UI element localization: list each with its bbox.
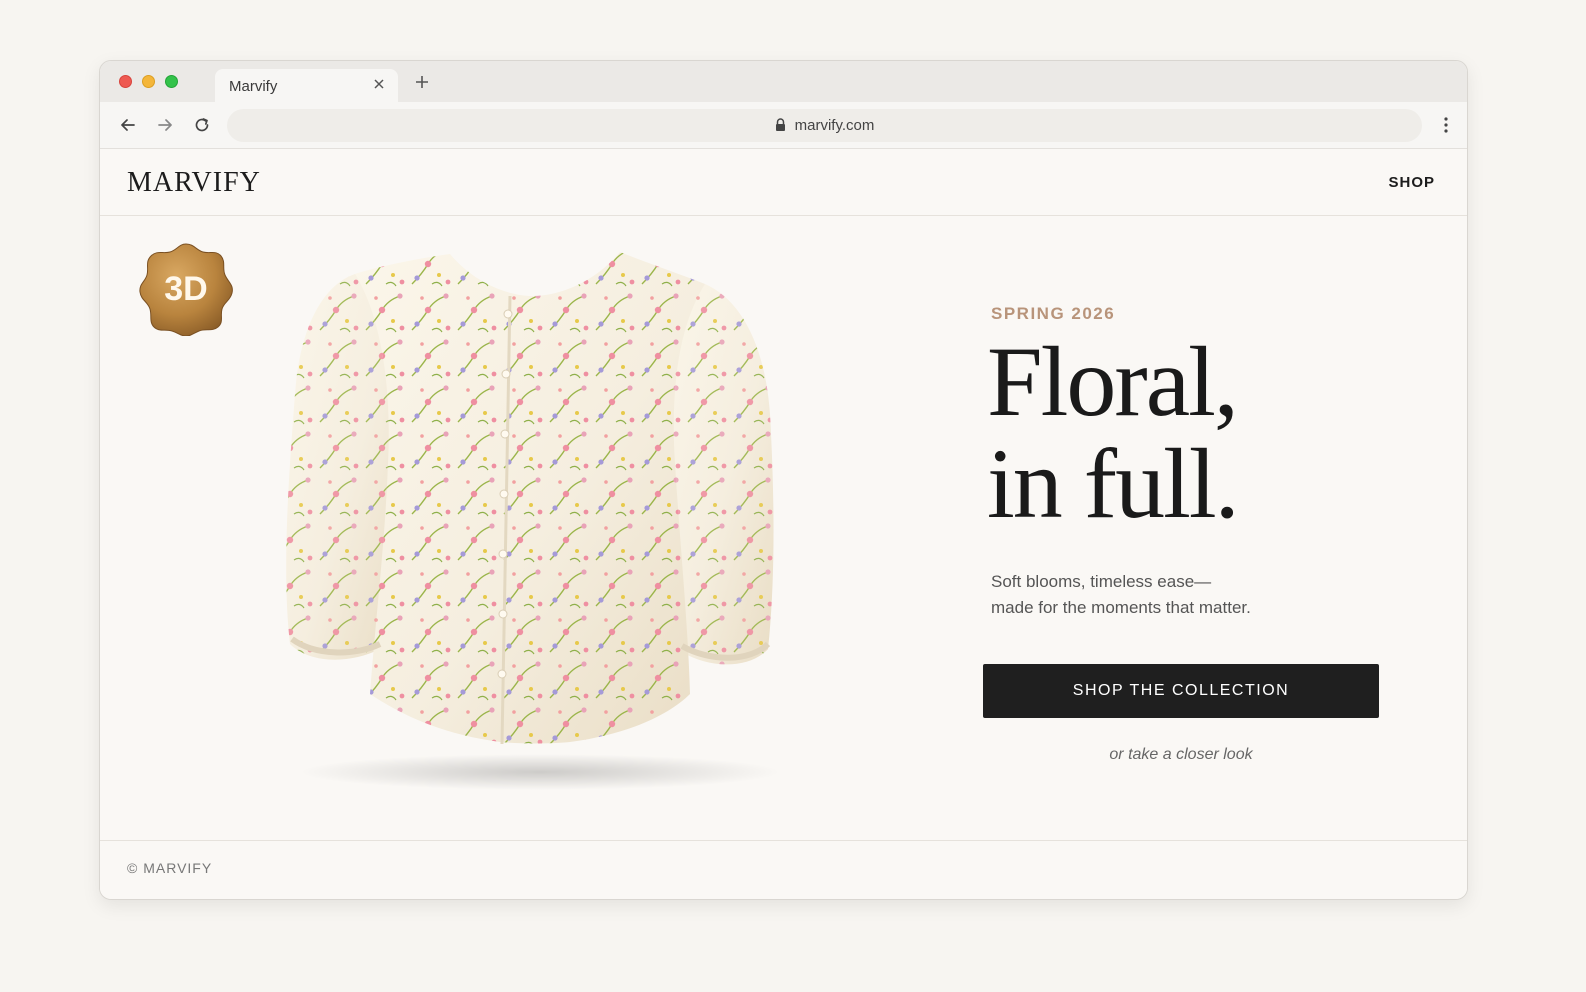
new-tab-icon[interactable] <box>414 74 430 90</box>
site-footer: © MARVIFY <box>100 840 1467 899</box>
site-logo[interactable]: MARVIFY <box>127 167 261 199</box>
browser-window: Marvify marvify.com MARVIFY SHOP 3D SPRI… <box>99 60 1468 900</box>
headline-line-2: in full. <box>987 428 1240 539</box>
back-arrow-icon[interactable] <box>119 116 137 134</box>
shop-the-collection-button[interactable]: SHOP THE COLLECTION <box>983 664 1379 718</box>
floral-blouse-image <box>286 252 780 790</box>
closer-look-link[interactable]: or take a closer look <box>983 746 1379 764</box>
forward-arrow-icon[interactable] <box>156 116 174 134</box>
collection-eyebrow: SPRING 2026 <box>991 304 1116 323</box>
close-tab-icon[interactable] <box>372 77 386 91</box>
tab-strip: Marvify <box>100 61 1467 102</box>
hero-headline: Floral, in full. <box>987 331 1407 535</box>
browser-toolbar: marvify.com <box>100 102 1467 149</box>
nav-link-shop[interactable]: SHOP <box>1388 174 1435 191</box>
site-header: MARVIFY SHOP <box>100 149 1467 216</box>
hero-subcopy: Soft blooms, timeless ease— made for the… <box>991 569 1321 621</box>
kebab-menu-icon[interactable] <box>1443 116 1449 134</box>
url-text: marvify.com <box>794 117 875 134</box>
subcopy-line-1: Soft blooms, timeless ease— <box>991 572 1212 591</box>
headline-line-1: Floral, <box>987 326 1239 437</box>
3d-badge-icon[interactable]: 3D <box>138 240 234 336</box>
browser-tab[interactable]: Marvify <box>215 69 398 102</box>
web-page: MARVIFY SHOP 3D SPRING 2026 Floral, in f… <box>100 149 1467 899</box>
subcopy-line-2: made for the moments that matter. <box>991 598 1251 617</box>
badge-text: 3D <box>164 270 207 308</box>
minimize-window-button[interactable] <box>142 75 155 88</box>
tab-title: Marvify <box>229 78 278 95</box>
address-bar[interactable]: marvify.com <box>227 109 1422 142</box>
lock-icon <box>775 118 785 131</box>
copyright-text: © MARVIFY <box>127 860 213 876</box>
close-window-button[interactable] <box>119 75 132 88</box>
maximize-window-button[interactable] <box>165 75 178 88</box>
reload-icon[interactable] <box>193 116 211 134</box>
